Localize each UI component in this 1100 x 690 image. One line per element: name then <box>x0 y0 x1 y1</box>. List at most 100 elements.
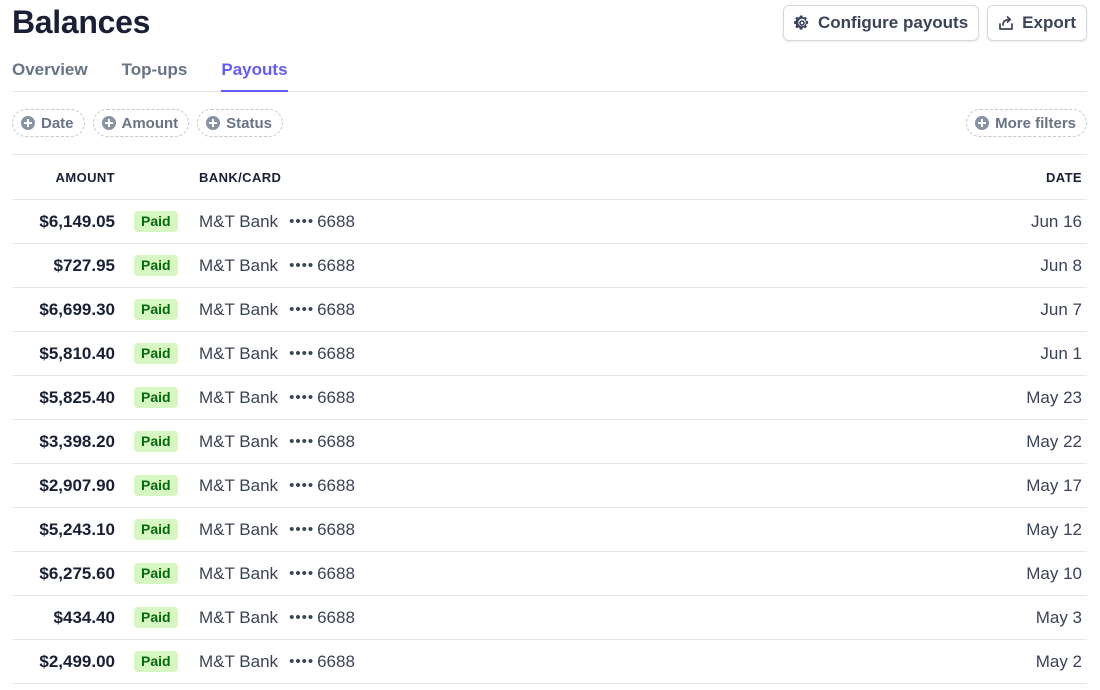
gear-icon <box>794 15 810 31</box>
bank-name: M&T Bank <box>199 299 279 319</box>
status-cell: Paid <box>115 651 199 672</box>
table-row[interactable]: $5,810.40 Paid M&T Bank •••• 6688 Jun 1 <box>12 332 1087 376</box>
status-cell: Paid <box>115 519 199 540</box>
bank-cell: M&T Bank •••• 6688 <box>199 256 927 276</box>
table-row[interactable]: $2,499.00 Paid M&T Bank •••• 6688 May 2 <box>12 640 1087 684</box>
bank-name: M&T Bank <box>199 519 279 539</box>
status-badge: Paid <box>134 607 178 628</box>
bank-cell: M&T Bank •••• 6688 <box>199 520 927 540</box>
table-row[interactable]: $5,825.40 Paid M&T Bank •••• 6688 May 23 <box>12 376 1087 420</box>
payout-amount: $727.95 <box>53 255 115 275</box>
date-column-header[interactable]: DATE <box>927 170 1087 185</box>
status-cell: Paid <box>115 563 199 584</box>
bank-cell: M&T Bank •••• 6688 <box>199 564 927 584</box>
status-badge: Paid <box>134 475 178 496</box>
payout-amount: $6,699.30 <box>39 299 115 319</box>
bank-cell: M&T Bank •••• 6688 <box>199 652 927 672</box>
bank-cell: M&T Bank •••• 6688 <box>199 212 927 232</box>
payout-amount: $2,499.00 <box>39 651 115 671</box>
payout-date: Jun 8 <box>1040 255 1082 275</box>
table-row[interactable]: $3,398.20 Paid M&T Bank •••• 6688 May 22 <box>12 420 1087 464</box>
account-last4: 6688 <box>317 299 355 319</box>
status-filter-label: Status <box>226 114 273 132</box>
masked-digits: •••• <box>289 389 315 406</box>
bank-name: M&T Bank <box>199 211 279 231</box>
masked-digits: •••• <box>289 565 315 582</box>
payout-amount: $5,810.40 <box>39 343 115 363</box>
status-badge: Paid <box>134 211 178 232</box>
status-cell: Paid <box>115 255 199 276</box>
account-last4: 6688 <box>317 607 355 627</box>
account-last4: 6688 <box>317 431 355 451</box>
bank-name: M&T Bank <box>199 475 279 495</box>
bank-cell: M&T Bank •••• 6688 <box>199 300 927 320</box>
tab-payouts[interactable]: Payouts <box>221 52 288 92</box>
masked-digits: •••• <box>289 301 315 318</box>
bank-column-header[interactable]: BANK/CARD <box>199 170 927 185</box>
table-body: $6,149.05 Paid M&T Bank •••• 6688 Jun 16… <box>12 200 1087 684</box>
payout-amount: $3,398.20 <box>39 431 115 451</box>
table-row[interactable]: $727.95 Paid M&T Bank •••• 6688 Jun 8 <box>12 244 1087 288</box>
status-badge: Paid <box>134 387 178 408</box>
payout-amount: $6,149.05 <box>39 211 115 231</box>
status-badge: Paid <box>134 431 178 452</box>
bank-cell: M&T Bank •••• 6688 <box>199 388 927 408</box>
export-button[interactable]: Export <box>987 5 1087 41</box>
amount-column-header[interactable]: AMOUNT <box>12 170 115 185</box>
bank-name: M&T Bank <box>199 431 279 451</box>
payout-date: May 17 <box>1026 475 1082 495</box>
status-badge: Paid <box>134 651 178 672</box>
tab-overview[interactable]: Overview <box>12 52 88 91</box>
bank-name: M&T Bank <box>199 343 279 363</box>
account-last4: 6688 <box>317 387 355 407</box>
account-last4: 6688 <box>317 563 355 583</box>
masked-digits: •••• <box>289 609 315 626</box>
masked-digits: •••• <box>289 257 315 274</box>
payout-amount: $5,825.40 <box>39 387 115 407</box>
status-badge: Paid <box>134 255 178 276</box>
status-cell: Paid <box>115 299 199 320</box>
payout-date: Jun 16 <box>1030 211 1082 231</box>
status-cell: Paid <box>115 431 199 452</box>
payout-date: May 2 <box>1035 651 1082 671</box>
amount-filter[interactable]: Amount <box>92 109 190 137</box>
status-cell: Paid <box>115 475 199 496</box>
masked-digits: •••• <box>289 521 315 538</box>
table-row[interactable]: $6,275.60 Paid M&T Bank •••• 6688 May 10 <box>12 552 1087 596</box>
date-filter[interactable]: Date <box>12 109 85 137</box>
status-filter[interactable]: Status <box>197 109 284 137</box>
plus-circle-icon <box>101 116 116 130</box>
account-last4: 6688 <box>317 211 355 231</box>
status-cell: Paid <box>115 211 199 232</box>
header-actions: Configure payouts Export <box>782 5 1087 41</box>
account-last4: 6688 <box>317 651 355 671</box>
plus-circle-icon <box>975 116 990 130</box>
date-filter-label: Date <box>41 114 74 132</box>
payout-date: Jun 1 <box>1040 343 1082 363</box>
table-row[interactable]: $434.40 Paid M&T Bank •••• 6688 May 3 <box>12 596 1087 640</box>
account-last4: 6688 <box>317 519 355 539</box>
bank-name: M&T Bank <box>199 607 279 627</box>
table-row[interactable]: $2,907.90 Paid M&T Bank •••• 6688 May 17 <box>12 464 1087 508</box>
account-last4: 6688 <box>317 475 355 495</box>
bank-name: M&T Bank <box>199 651 279 671</box>
table-row[interactable]: $6,149.05 Paid M&T Bank •••• 6688 Jun 16 <box>12 200 1087 244</box>
balances-page: Balances Configure payouts Export Overvi… <box>0 0 1100 690</box>
status-cell: Paid <box>115 343 199 364</box>
payout-date: May 23 <box>1026 387 1082 407</box>
table-row[interactable]: $5,243.10 Paid M&T Bank •••• 6688 May 12 <box>12 508 1087 552</box>
page-title: Balances <box>12 4 151 40</box>
configure-payouts-label: Configure payouts <box>817 13 969 32</box>
payout-date: May 12 <box>1026 519 1082 539</box>
more-filters-button[interactable]: More filters <box>966 109 1087 137</box>
configure-payouts-button[interactable]: Configure payouts <box>782 5 980 41</box>
table-row[interactable]: $6,699.30 Paid M&T Bank •••• 6688 Jun 7 <box>12 288 1087 332</box>
tab-top-ups[interactable]: Top-ups <box>122 52 188 91</box>
more-filters-label: More filters <box>995 114 1076 132</box>
plus-circle-icon <box>206 116 221 130</box>
bank-cell: M&T Bank •••• 6688 <box>199 608 927 628</box>
status-cell: Paid <box>115 607 199 628</box>
payout-amount: $5,243.10 <box>39 519 115 539</box>
masked-digits: •••• <box>289 345 315 362</box>
bank-name: M&T Bank <box>199 255 279 275</box>
